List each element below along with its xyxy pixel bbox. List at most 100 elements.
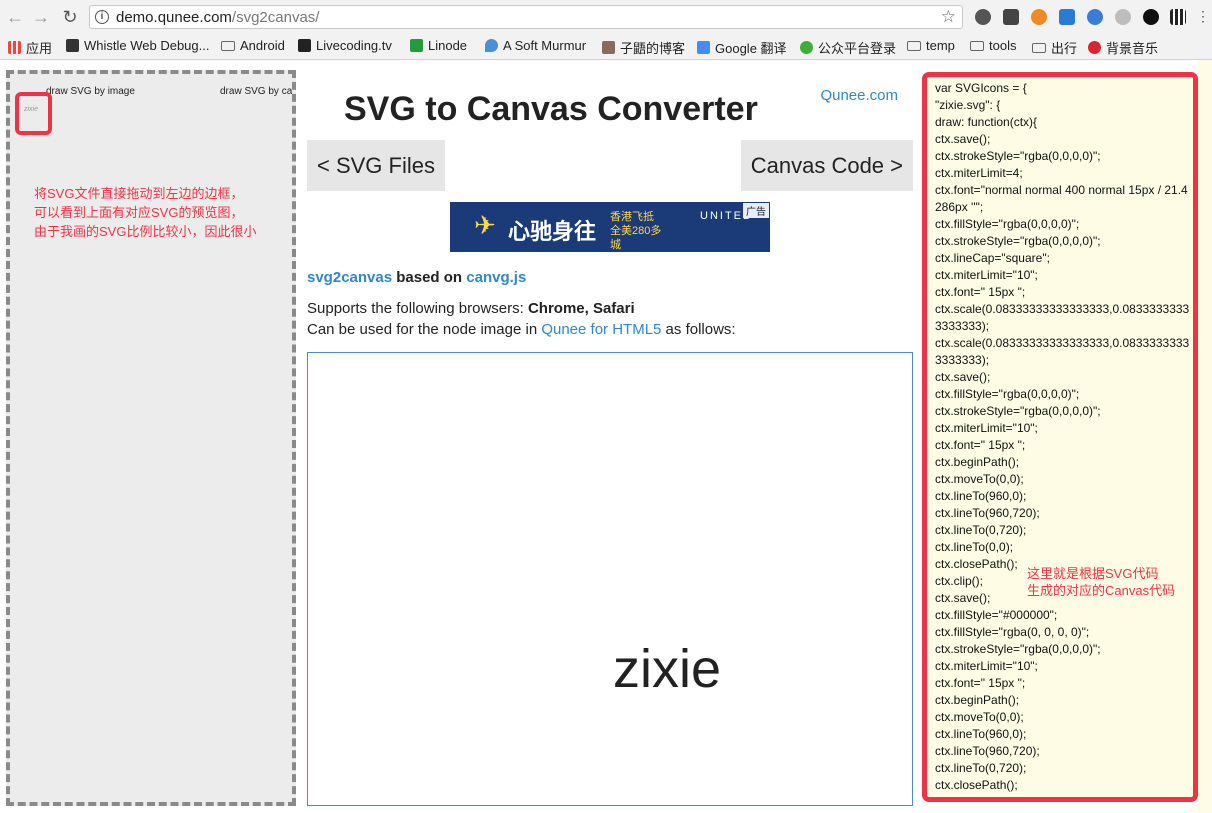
canvas-rendered-text: zixie — [613, 639, 722, 699]
livecoding-icon — [298, 39, 311, 52]
annotation-line: 将SVG文件直接拖动到左边的边框， — [34, 186, 244, 201]
qr-code-icon[interactable] — [1170, 9, 1186, 25]
bookmark-whistle[interactable]: Whistle Web Debug... — [66, 38, 209, 53]
info-icon[interactable]: i — [95, 10, 109, 24]
whistle-icon — [66, 39, 79, 52]
code-line: ctx.beginPath(); — [935, 693, 1020, 707]
code-line: ctx.fillStyle="rgba(0, 0, 0, 0)"; — [935, 625, 1090, 639]
annotation-line: 生成的对应的Canvas代码 — [1027, 583, 1176, 598]
code-line: ctx.lineTo(960,720); — [935, 744, 1040, 758]
extension-circle-icon[interactable] — [1143, 9, 1159, 25]
bookmark-google-translate[interactable]: Google 翻译 — [697, 38, 787, 57]
code-line: ctx.strokeStyle="rgba(0,0,0,0)"; — [935, 404, 1101, 418]
ad-banner[interactable]: ✈ 心驰身往 香港飞抵 全美280多城 UNITED 广告 — [450, 202, 770, 252]
bookmark-label: Livecoding.tv — [316, 38, 392, 53]
reload-icon[interactable]: ↻ — [59, 6, 81, 28]
supported-browsers: Chrome, Safari — [527, 300, 635, 317]
pocket-icon[interactable] — [1003, 9, 1019, 25]
folder-icon — [970, 40, 984, 51]
ad-subtext: 香港飞抵全美280多城 — [610, 210, 670, 252]
canvg-link[interactable]: canvg.js — [466, 269, 526, 286]
code-line: ctx.moveTo(0,0); — [935, 472, 1024, 486]
extension-person-icon[interactable] — [1115, 9, 1131, 25]
svg-preview-thumbnail: zixie — [24, 106, 39, 113]
page-content: draw SVG by image draw SVG by ca zixie 将… — [0, 60, 1212, 813]
bookmark-tools[interactable]: tools — [970, 38, 1016, 53]
supports-text: Supports the following browsers: — [307, 300, 528, 317]
code-line: ctx.fillStyle="#000000"; — [935, 608, 1058, 622]
airplane-icon: ✈ — [474, 210, 496, 240]
bookmark-temp[interactable]: temp — [907, 38, 955, 53]
bookmark-apps[interactable]: 应用 — [8, 38, 52, 57]
google-translate-icon — [697, 41, 710, 54]
code-line: ctx.lineCap="square"; — [935, 251, 1050, 265]
ad-headline: 心驰身往 — [508, 219, 597, 244]
canvas-preview: zixie — [307, 352, 913, 806]
code-line: ctx.fillStyle="rgba(0,0,0,0)"; — [935, 387, 1080, 401]
code-line: ctx.moveTo(0,0); — [935, 710, 1024, 724]
code-line: ctx.fill("evenodd"); — [935, 795, 1031, 802]
usage-text: Can be used for the node image in — [307, 321, 542, 338]
panel-edge — [1198, 60, 1212, 813]
intro-text: based on — [392, 269, 467, 286]
bookmark-label: 子鼯的博客 — [620, 41, 686, 56]
bookmark-music[interactable]: 背景音乐 — [1088, 38, 1158, 57]
ad-subtext-line: 全美280多城 — [610, 225, 662, 251]
bookmark-label: Whistle Web Debug... — [84, 38, 210, 53]
menu-dots-icon[interactable]: ⋮ — [1196, 9, 1210, 25]
canvas-code-button[interactable]: Canvas Code > — [740, 140, 913, 191]
bookmark-label: Android — [240, 38, 285, 53]
bookmark-linode[interactable]: Linode — [410, 38, 467, 53]
qunee-link[interactable]: Qunee.com — [820, 87, 898, 104]
annotation-line: 由于我画的SVG比例比较小，因此很小 — [34, 224, 257, 239]
svg2canvas-link[interactable]: svg2canvas — [307, 269, 392, 286]
annotation-line: 可以看到上面有对应SVG的预览图， — [34, 205, 244, 220]
evernote-icon[interactable] — [975, 9, 991, 25]
code-line: ctx.strokeStyle="rgba(0,0,0,0)"; — [935, 642, 1101, 656]
extension-y-icon[interactable] — [1059, 9, 1075, 25]
bookmark-android[interactable]: Android — [221, 38, 285, 53]
svg-drop-zone[interactable]: draw SVG by image draw SVG by ca zixie 将… — [6, 70, 296, 806]
svg-files-button[interactable]: < SVG Files — [307, 140, 445, 191]
code-line: ctx.miterLimit=4; — [935, 166, 1023, 180]
extension-at-icon[interactable] — [1087, 9, 1103, 25]
forward-arrow-icon[interactable]: → — [30, 6, 52, 28]
back-arrow-icon[interactable]: ← — [4, 6, 26, 28]
bookmark-travel[interactable]: 出行 — [1032, 38, 1077, 57]
drop-zone-annotation: 将SVG文件直接拖动到左边的边框， 可以看到上面有对应SVG的预览图， 由于我画… — [34, 184, 256, 241]
code-line: ctx.closePath(); — [935, 778, 1018, 792]
url-text[interactable]: demo.qunee.com/svg2canvas/ — [116, 9, 319, 26]
bookmark-label: 背景音乐 — [1106, 41, 1159, 56]
ad-subtext-line: 香港飞抵 — [610, 211, 654, 223]
bookmark-livecoding[interactable]: Livecoding.tv — [298, 38, 392, 53]
extension-orange-icon[interactable] — [1031, 9, 1047, 25]
wechat-icon — [800, 41, 813, 54]
bookmark-star-icon[interactable]: ☆ — [941, 7, 956, 27]
code-line: ctx.scale(0.08333333333333333,0.08333333… — [935, 336, 1190, 367]
code-line: ctx.font=" 15px "; — [935, 438, 1026, 452]
code-line: ctx.font=" 15px "; — [935, 285, 1026, 299]
address-bar[interactable]: i demo.qunee.com/svg2canvas/ ☆ — [89, 5, 963, 29]
ad-badge: 广告 — [743, 203, 769, 218]
code-line: draw: function(ctx){ — [935, 115, 1038, 129]
browser-toolbar: ← → ↻ i demo.qunee.com/svg2canvas/ ☆ ⋮ — [0, 0, 1212, 35]
code-line: ctx.miterLimit="10"; — [935, 268, 1038, 282]
apps-grid-icon — [8, 41, 21, 54]
supports-line: Supports the following browsers: Chrome,… — [307, 300, 635, 317]
code-line: ctx.miterLimit="10"; — [935, 421, 1038, 435]
code-line: ctx.save(); — [935, 132, 991, 146]
code-line: ctx.font="normal normal 400 normal 15px … — [935, 183, 1188, 214]
draw-by-canvas-label: draw SVG by ca — [220, 86, 293, 97]
svg-preview-highlight: zixie — [15, 92, 52, 135]
bookmark-blog[interactable]: 子鼯的博客 — [602, 38, 685, 57]
bookmark-wechat[interactable]: 公众平台登录 — [800, 38, 896, 57]
canvas-code-panel[interactable]: var SVGIcons = {"zixie.svg": { draw: fun… — [922, 72, 1198, 802]
qunee-html5-link[interactable]: Qunee for HTML5 — [541, 321, 661, 338]
code-line: ctx.save(); — [935, 370, 991, 384]
draw-by-image-label: draw SVG by image — [46, 86, 135, 97]
bookmark-label: 公众平台登录 — [818, 41, 897, 56]
bookmark-soft-murmur[interactable]: A Soft Murmur — [485, 38, 586, 53]
bookmark-label: tools — [989, 38, 1017, 53]
intro-line: svg2canvas based on canvg.js — [307, 269, 526, 286]
code-annotation: 这里就是根据SVG代码 生成的对应的Canvas代码 — [1027, 565, 1175, 599]
